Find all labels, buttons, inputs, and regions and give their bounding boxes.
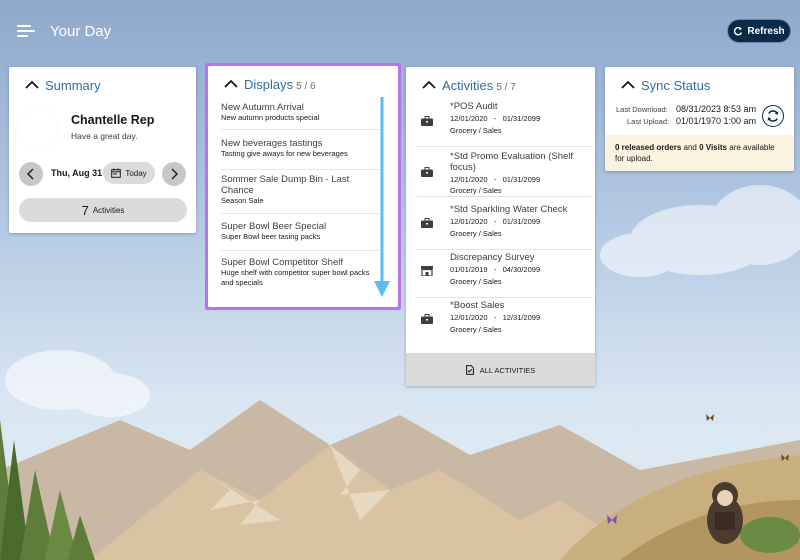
page-title: Your Day bbox=[50, 23, 112, 40]
activities-count-label: Activities bbox=[92, 205, 125, 215]
today-label: Today bbox=[125, 168, 147, 178]
sync-button[interactable] bbox=[762, 105, 784, 127]
chevron-up-icon[interactable] bbox=[25, 80, 39, 90]
sync-status-header[interactable]: Sync Status bbox=[605, 67, 794, 103]
activity-category: Grocery / Sales bbox=[450, 186, 502, 195]
activity-title: Discrepancy Survey bbox=[450, 252, 535, 263]
all-activities-label: ALL ACTIVITIES bbox=[479, 365, 536, 375]
activity-item[interactable]: *Std Promo Evaluation (Shelf focus) 12/0… bbox=[417, 149, 593, 197]
sync-status-title: Sync Status bbox=[641, 78, 711, 93]
display-title: Super Bowl Competitor Shelf bbox=[221, 257, 343, 268]
activities-title: Activities 5 / 7 bbox=[442, 78, 516, 93]
previous-day-button[interactable] bbox=[19, 162, 43, 186]
last-download-label: Last Download: bbox=[616, 105, 668, 114]
chevron-right-icon bbox=[171, 168, 178, 180]
visits-text: 0 Visits bbox=[699, 143, 727, 152]
activity-dates: 12/01/2020 - 01/31/2099 bbox=[450, 217, 541, 226]
sync-icon bbox=[767, 110, 779, 122]
display-subtitle: Season Sale bbox=[221, 196, 264, 205]
store-icon bbox=[421, 266, 433, 276]
current-date: Thu, Aug 31 bbox=[51, 168, 103, 178]
chevron-left-icon bbox=[27, 168, 34, 180]
displays-header[interactable]: Displays 5 / 6 bbox=[208, 66, 398, 102]
display-item[interactable]: Super Bowl Beer Special Super Bowl beer … bbox=[221, 219, 381, 251]
displays-count: 5 / 6 bbox=[296, 81, 316, 92]
displays-card: Displays 5 / 6 New Autumn Arrival New aut… bbox=[208, 66, 398, 307]
briefcase-icon bbox=[421, 218, 433, 228]
greeting-text: Have a great day. bbox=[71, 131, 138, 141]
activity-dates: 12/01/2020 - 01/31/2099 bbox=[450, 175, 541, 184]
calendar-icon bbox=[111, 168, 122, 178]
display-subtitle: New autumn products special bbox=[221, 113, 320, 122]
activity-title: *Std Promo Evaluation (Shelf focus) bbox=[450, 151, 574, 173]
activities-header[interactable]: Activities 5 / 7 bbox=[406, 67, 595, 103]
activity-category: Grocery / Sales bbox=[450, 126, 502, 135]
display-title: New beverages tastings bbox=[221, 138, 323, 149]
activity-item[interactable]: *Boost Sales 12/01/2020 - 12/31/2099 Gro… bbox=[417, 298, 593, 346]
last-upload-label: Last Upload: bbox=[627, 117, 670, 126]
display-item[interactable]: Sommer Sale Dump Bin - Last Chance Seaso… bbox=[221, 172, 381, 214]
activity-title: *Boost Sales bbox=[450, 300, 505, 311]
activities-count-button[interactable]: 7 Activities bbox=[19, 198, 187, 222]
activities-card: Activities 5 / 7 *POS Audit 12/01/2020 - … bbox=[406, 67, 595, 386]
display-title: New Autumn Arrival bbox=[221, 102, 304, 113]
display-subtitle: Tasting give aways for new beverages bbox=[221, 149, 348, 158]
scroll-down-arrow-icon bbox=[374, 97, 390, 297]
last-download-value: 08/31/2023 8:53 am bbox=[676, 104, 757, 114]
app-header: Your Day Refresh bbox=[0, 0, 800, 62]
activity-item[interactable]: Discrepancy Survey 01/01/2019 - 04/30/20… bbox=[417, 250, 593, 298]
activity-category: Grocery / Sales bbox=[450, 277, 502, 286]
summary-header[interactable]: Summary bbox=[9, 67, 196, 103]
display-item[interactable]: New Autumn Arrival New autumn products s… bbox=[221, 100, 381, 130]
activity-dates: 01/01/2019 - 04/30/2099 bbox=[450, 265, 541, 274]
briefcase-icon bbox=[421, 116, 433, 126]
chevron-up-icon[interactable] bbox=[422, 80, 436, 90]
activity-category: Grocery / Sales bbox=[450, 325, 502, 334]
activities-count: 7 bbox=[81, 202, 89, 218]
sync-status-card: Sync Status Last Download: 08/31/2023 8:… bbox=[605, 67, 794, 171]
display-item[interactable]: New beverages tastings Tasting give away… bbox=[221, 136, 381, 170]
released-orders-text: 0 released orders bbox=[615, 143, 682, 152]
menu-icon[interactable] bbox=[17, 24, 35, 38]
briefcase-icon bbox=[421, 167, 433, 177]
chevron-up-icon[interactable] bbox=[621, 80, 635, 90]
activity-title: *Std Sparkling Water Check bbox=[450, 204, 568, 215]
activity-item[interactable]: *Std Sparkling Water Check 12/01/2020 - … bbox=[417, 202, 593, 250]
activity-title: *POS Audit bbox=[450, 101, 498, 112]
briefcase-icon bbox=[421, 314, 433, 324]
displays-title: Displays 5 / 6 bbox=[244, 77, 316, 92]
today-button[interactable]: Today bbox=[103, 162, 155, 184]
refresh-label: Refresh bbox=[747, 25, 785, 37]
note-and-text: and bbox=[683, 143, 697, 152]
next-day-button[interactable] bbox=[162, 162, 186, 186]
display-title: Super Bowl Beer Special bbox=[221, 221, 327, 232]
activity-dates: 12/01/2020 - 01/31/2099 bbox=[450, 114, 541, 123]
avatar bbox=[18, 109, 58, 149]
all-activities-button[interactable]: ALL ACTIVITIES bbox=[406, 353, 595, 386]
summary-title: Summary bbox=[45, 78, 101, 93]
activities-count-badge: 5 / 7 bbox=[496, 82, 516, 93]
display-item[interactable]: Super Bowl Competitor Shelf Huge shelf w… bbox=[221, 255, 381, 295]
activity-item[interactable]: *POS Audit 12/01/2020 - 01/31/2099 Groce… bbox=[417, 99, 593, 147]
chevron-up-icon[interactable] bbox=[224, 79, 238, 89]
sync-note: 0 released orders and 0 Visits are avail… bbox=[605, 135, 794, 171]
last-upload-value: 01/01/1970 1:00 am bbox=[676, 116, 757, 126]
display-subtitle: Super Bowl beer tasing packs bbox=[221, 232, 321, 241]
activity-category: Grocery / Sales bbox=[450, 229, 502, 238]
activity-dates: 12/01/2020 - 12/31/2099 bbox=[450, 313, 541, 322]
refresh-icon bbox=[734, 26, 743, 36]
display-subtitle: Huge shelf with competitor super bowl pa… bbox=[221, 268, 370, 287]
document-icon bbox=[465, 365, 474, 375]
display-title: Sommer Sale Dump Bin - Last Chance bbox=[221, 174, 350, 196]
refresh-button[interactable]: Refresh bbox=[727, 19, 791, 43]
user-name: Chantelle Rep bbox=[71, 113, 155, 127]
